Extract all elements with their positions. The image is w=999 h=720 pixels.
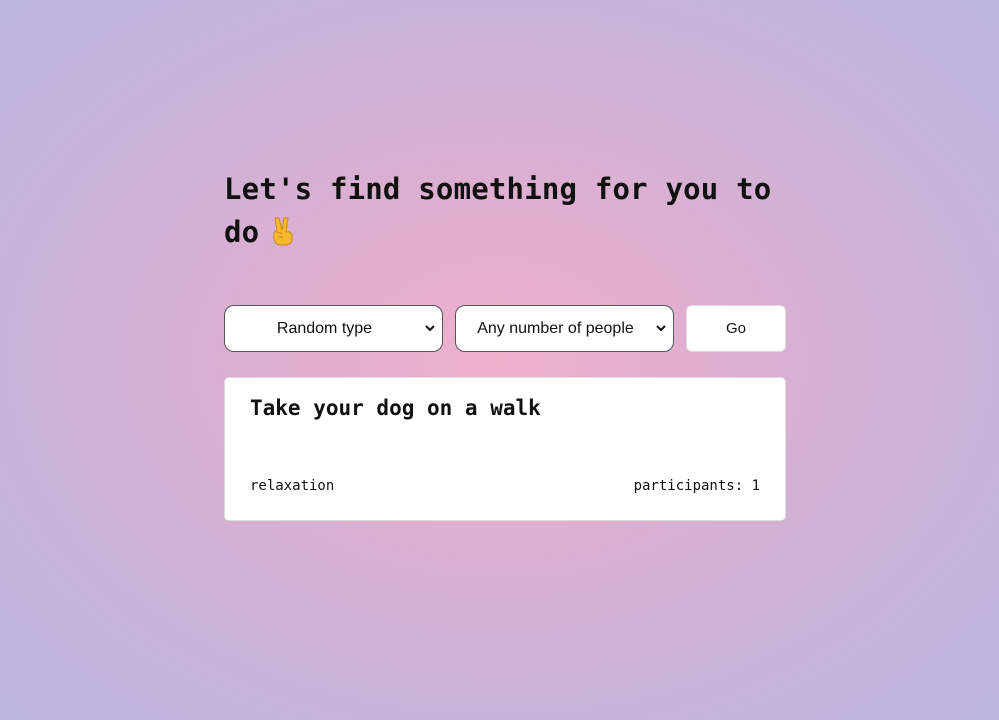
participants-select[interactable]: Any number of people — [455, 305, 674, 352]
victory-hand-icon — [269, 215, 297, 246]
chevron-down-icon — [656, 325, 666, 332]
chevron-down-icon — [425, 325, 435, 332]
filter-controls: Random type Any number of people Go — [224, 305, 786, 352]
activity-card: Take your dog on a walk relaxation parti… — [224, 377, 786, 521]
activity-title: Take your dog on a walk — [250, 396, 541, 420]
page-title-text: Let's find something for you to do — [224, 172, 772, 249]
go-button[interactable]: Go — [686, 305, 786, 352]
participants-select-value: Any number of people — [477, 319, 634, 337]
type-select[interactable]: Random type — [224, 305, 443, 352]
main-container: Let's find something for you to do Rando… — [224, 168, 786, 521]
type-select-value: Random type — [276, 319, 373, 337]
activity-type: relaxation — [250, 478, 335, 494]
page-title: Let's find something for you to do — [224, 168, 786, 254]
activity-participants: participants: 1 — [633, 478, 760, 494]
